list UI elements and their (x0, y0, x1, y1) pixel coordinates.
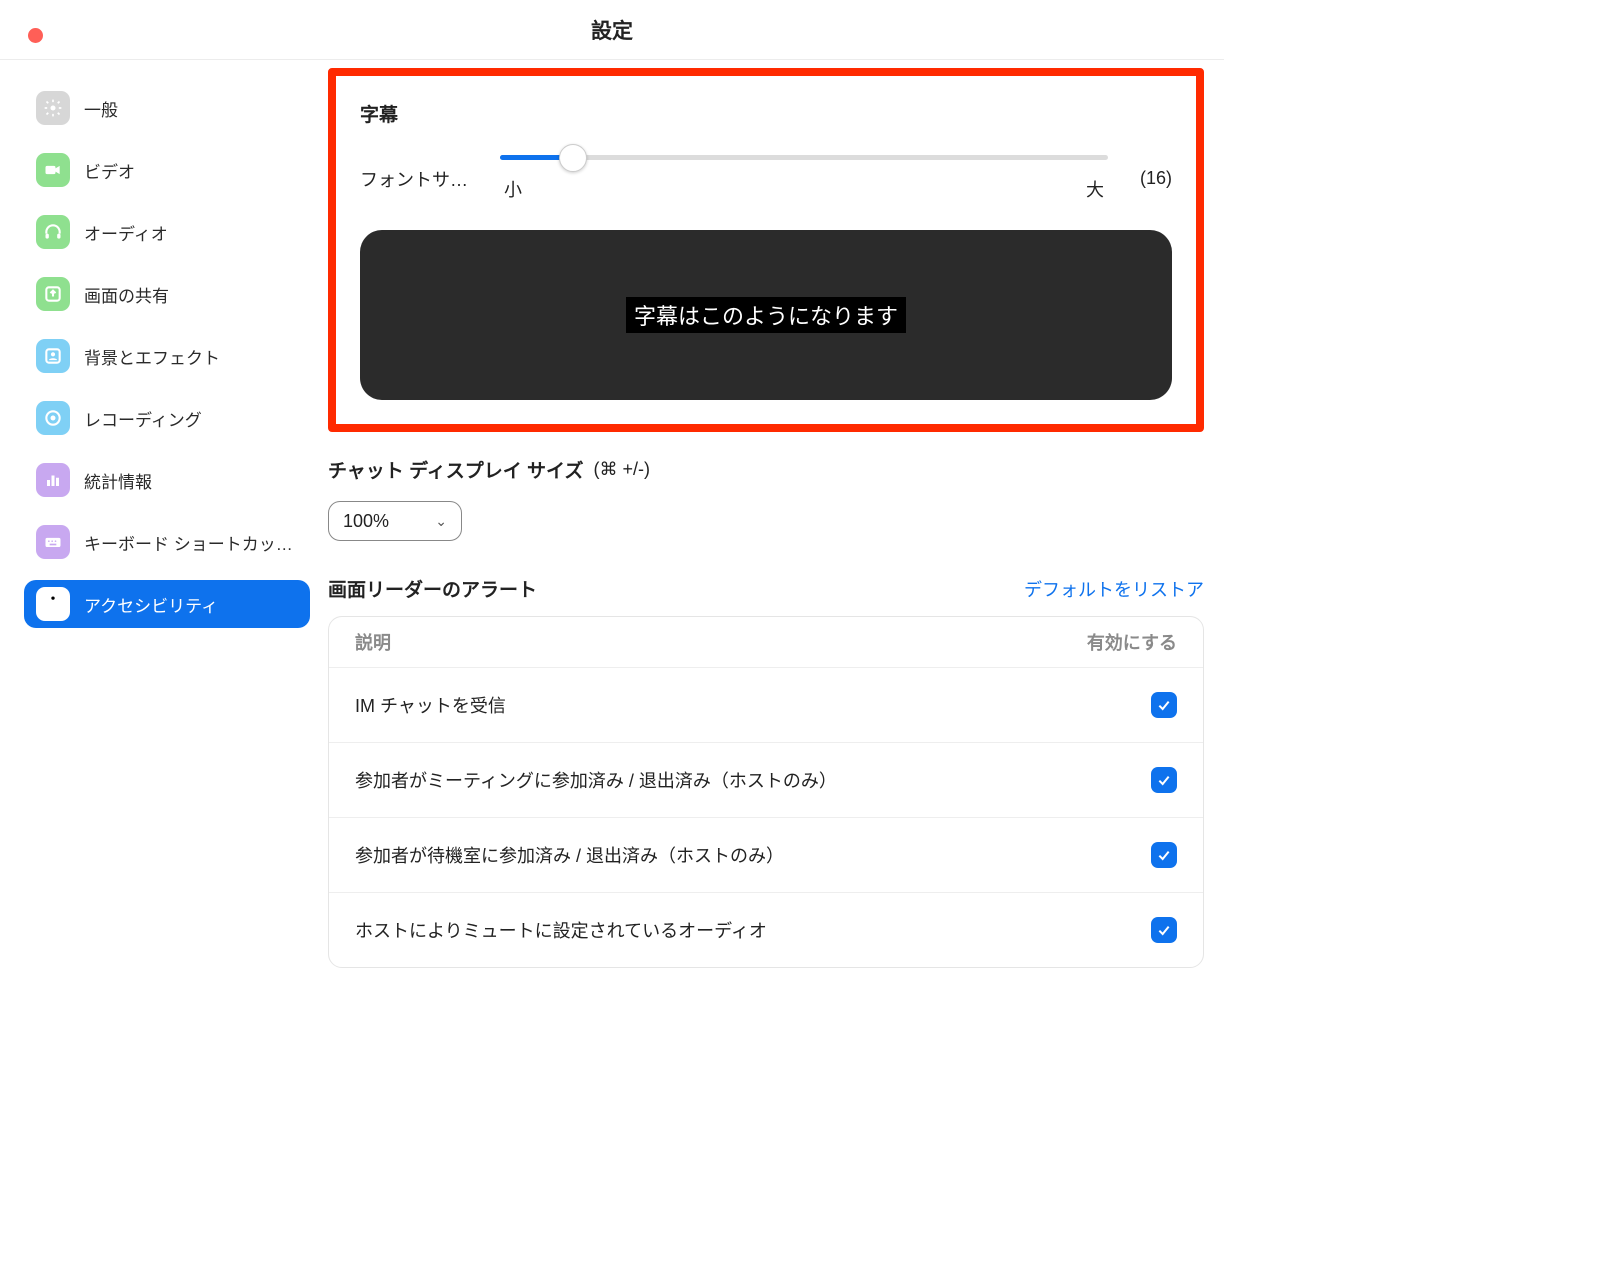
sidebar-item-label: 画面の共有 (84, 282, 169, 307)
slider-max-label: 大 (1086, 176, 1104, 202)
sidebar-item-record[interactable]: レコーディング (24, 394, 310, 442)
slider-track (500, 155, 1108, 160)
sidebar: 一般ビデオオーディオ画面の共有背景とエフェクトレコーディング統計情報キーボード … (0, 60, 328, 980)
stats-icon (36, 463, 70, 497)
chat-display-label-row: チャット ディスプレイ サイズ (⌘ +/-) (328, 456, 1204, 483)
main-panel: 字幕 フォントサ… 小 大 (16) 字幕はこのようになります (328, 60, 1224, 980)
sidebar-item-stats[interactable]: 統計情報 (24, 456, 310, 504)
alerts-table-head: 説明 有効にする (329, 617, 1203, 667)
sidebar-item-person[interactable]: 背景とエフェクト (24, 332, 310, 380)
slider-minmax: 小 大 (500, 176, 1108, 202)
col-enable: 有効にする (1087, 629, 1177, 655)
alert-row: 参加者がミーティングに参加済み / 退出済み（ホストのみ） (329, 742, 1203, 817)
alert-enable-checkbox[interactable] (1151, 917, 1177, 943)
alerts-table: 説明 有効にする IM チャットを受信参加者がミーティングに参加済み / 退出済… (328, 616, 1204, 968)
accessibility-icon (36, 587, 70, 621)
gear-icon (36, 91, 70, 125)
font-size-row: フォントサ… 小 大 (16) (360, 155, 1172, 202)
sidebar-item-label: アクセシビリティ (84, 592, 218, 617)
video-icon (36, 153, 70, 187)
sidebar-item-accessibility[interactable]: アクセシビリティ (24, 580, 310, 628)
keyboard-icon (36, 525, 70, 559)
font-size-slider[interactable]: 小 大 (500, 155, 1108, 202)
alert-enable-checkbox[interactable] (1151, 767, 1177, 793)
check-icon (1156, 922, 1172, 938)
captions-section-highlight: 字幕 フォントサ… 小 大 (16) 字幕はこのようになります (328, 68, 1204, 432)
font-size-value: (16) (1128, 168, 1172, 189)
alerts-heading: 画面リーダーのアラート (328, 575, 537, 602)
font-size-label: フォントサ… (360, 166, 480, 192)
sidebar-item-label: 一般 (84, 96, 118, 121)
chevron-down-icon: ⌄ (435, 513, 447, 530)
alert-description: 参加者が待機室に参加済み / 退出済み（ホストのみ） (355, 842, 784, 868)
alert-enable-checkbox[interactable] (1151, 842, 1177, 868)
sidebar-item-label: レコーディング (84, 406, 202, 431)
sidebar-item-keyboard[interactable]: キーボード ショートカッ… (24, 518, 310, 566)
captions-heading: 字幕 (360, 100, 1172, 127)
alert-row: IM チャットを受信 (329, 667, 1203, 742)
record-icon (36, 401, 70, 435)
check-icon (1156, 847, 1172, 863)
sidebar-item-headphones[interactable]: オーディオ (24, 208, 310, 256)
sidebar-item-share[interactable]: 画面の共有 (24, 270, 310, 318)
caption-preview: 字幕はこのようになります (360, 230, 1172, 400)
slider-thumb[interactable] (559, 144, 587, 172)
check-icon (1156, 697, 1172, 713)
alert-description: ホストによりミュートに設定されているオーディオ (355, 917, 767, 943)
check-icon (1156, 772, 1172, 788)
person-icon (36, 339, 70, 373)
sidebar-item-gear[interactable]: 一般 (24, 84, 310, 132)
window-title: 設定 (591, 15, 633, 45)
chat-display-value: 100% (343, 511, 389, 532)
restore-defaults-link[interactable]: デフォルトをリストア (1024, 576, 1204, 602)
caption-preview-text: 字幕はこのようになります (626, 297, 906, 333)
sidebar-item-label: 背景とエフェクト (84, 344, 220, 369)
close-window-button[interactable] (28, 28, 43, 43)
alert-description: IM チャットを受信 (355, 692, 506, 718)
alert-enable-checkbox[interactable] (1151, 692, 1177, 718)
slider-min-label: 小 (504, 176, 522, 202)
content: 一般ビデオオーディオ画面の共有背景とエフェクトレコーディング統計情報キーボード … (0, 60, 1224, 980)
alert-description: 参加者がミーティングに参加済み / 退出済み（ホストのみ） (355, 767, 837, 793)
sidebar-item-label: オーディオ (84, 220, 168, 245)
alert-row: ホストによりミュートに設定されているオーディオ (329, 892, 1203, 967)
share-icon (36, 277, 70, 311)
headphones-icon (36, 215, 70, 249)
chat-display-size-dropdown[interactable]: 100% ⌄ (328, 501, 462, 541)
sidebar-item-video[interactable]: ビデオ (24, 146, 310, 194)
col-description: 説明 (355, 629, 391, 655)
sidebar-item-label: キーボード ショートカッ… (84, 530, 293, 555)
sidebar-item-label: ビデオ (84, 158, 135, 183)
chat-display-hint: (⌘ +/-) (593, 459, 650, 480)
alerts-header-row: 画面リーダーのアラート デフォルトをリストア (328, 575, 1204, 602)
titlebar: 設定 (0, 0, 1224, 60)
sidebar-item-label: 統計情報 (84, 468, 152, 493)
chat-display-label: チャット ディスプレイ サイズ (328, 456, 583, 483)
alert-row: 参加者が待機室に参加済み / 退出済み（ホストのみ） (329, 817, 1203, 892)
